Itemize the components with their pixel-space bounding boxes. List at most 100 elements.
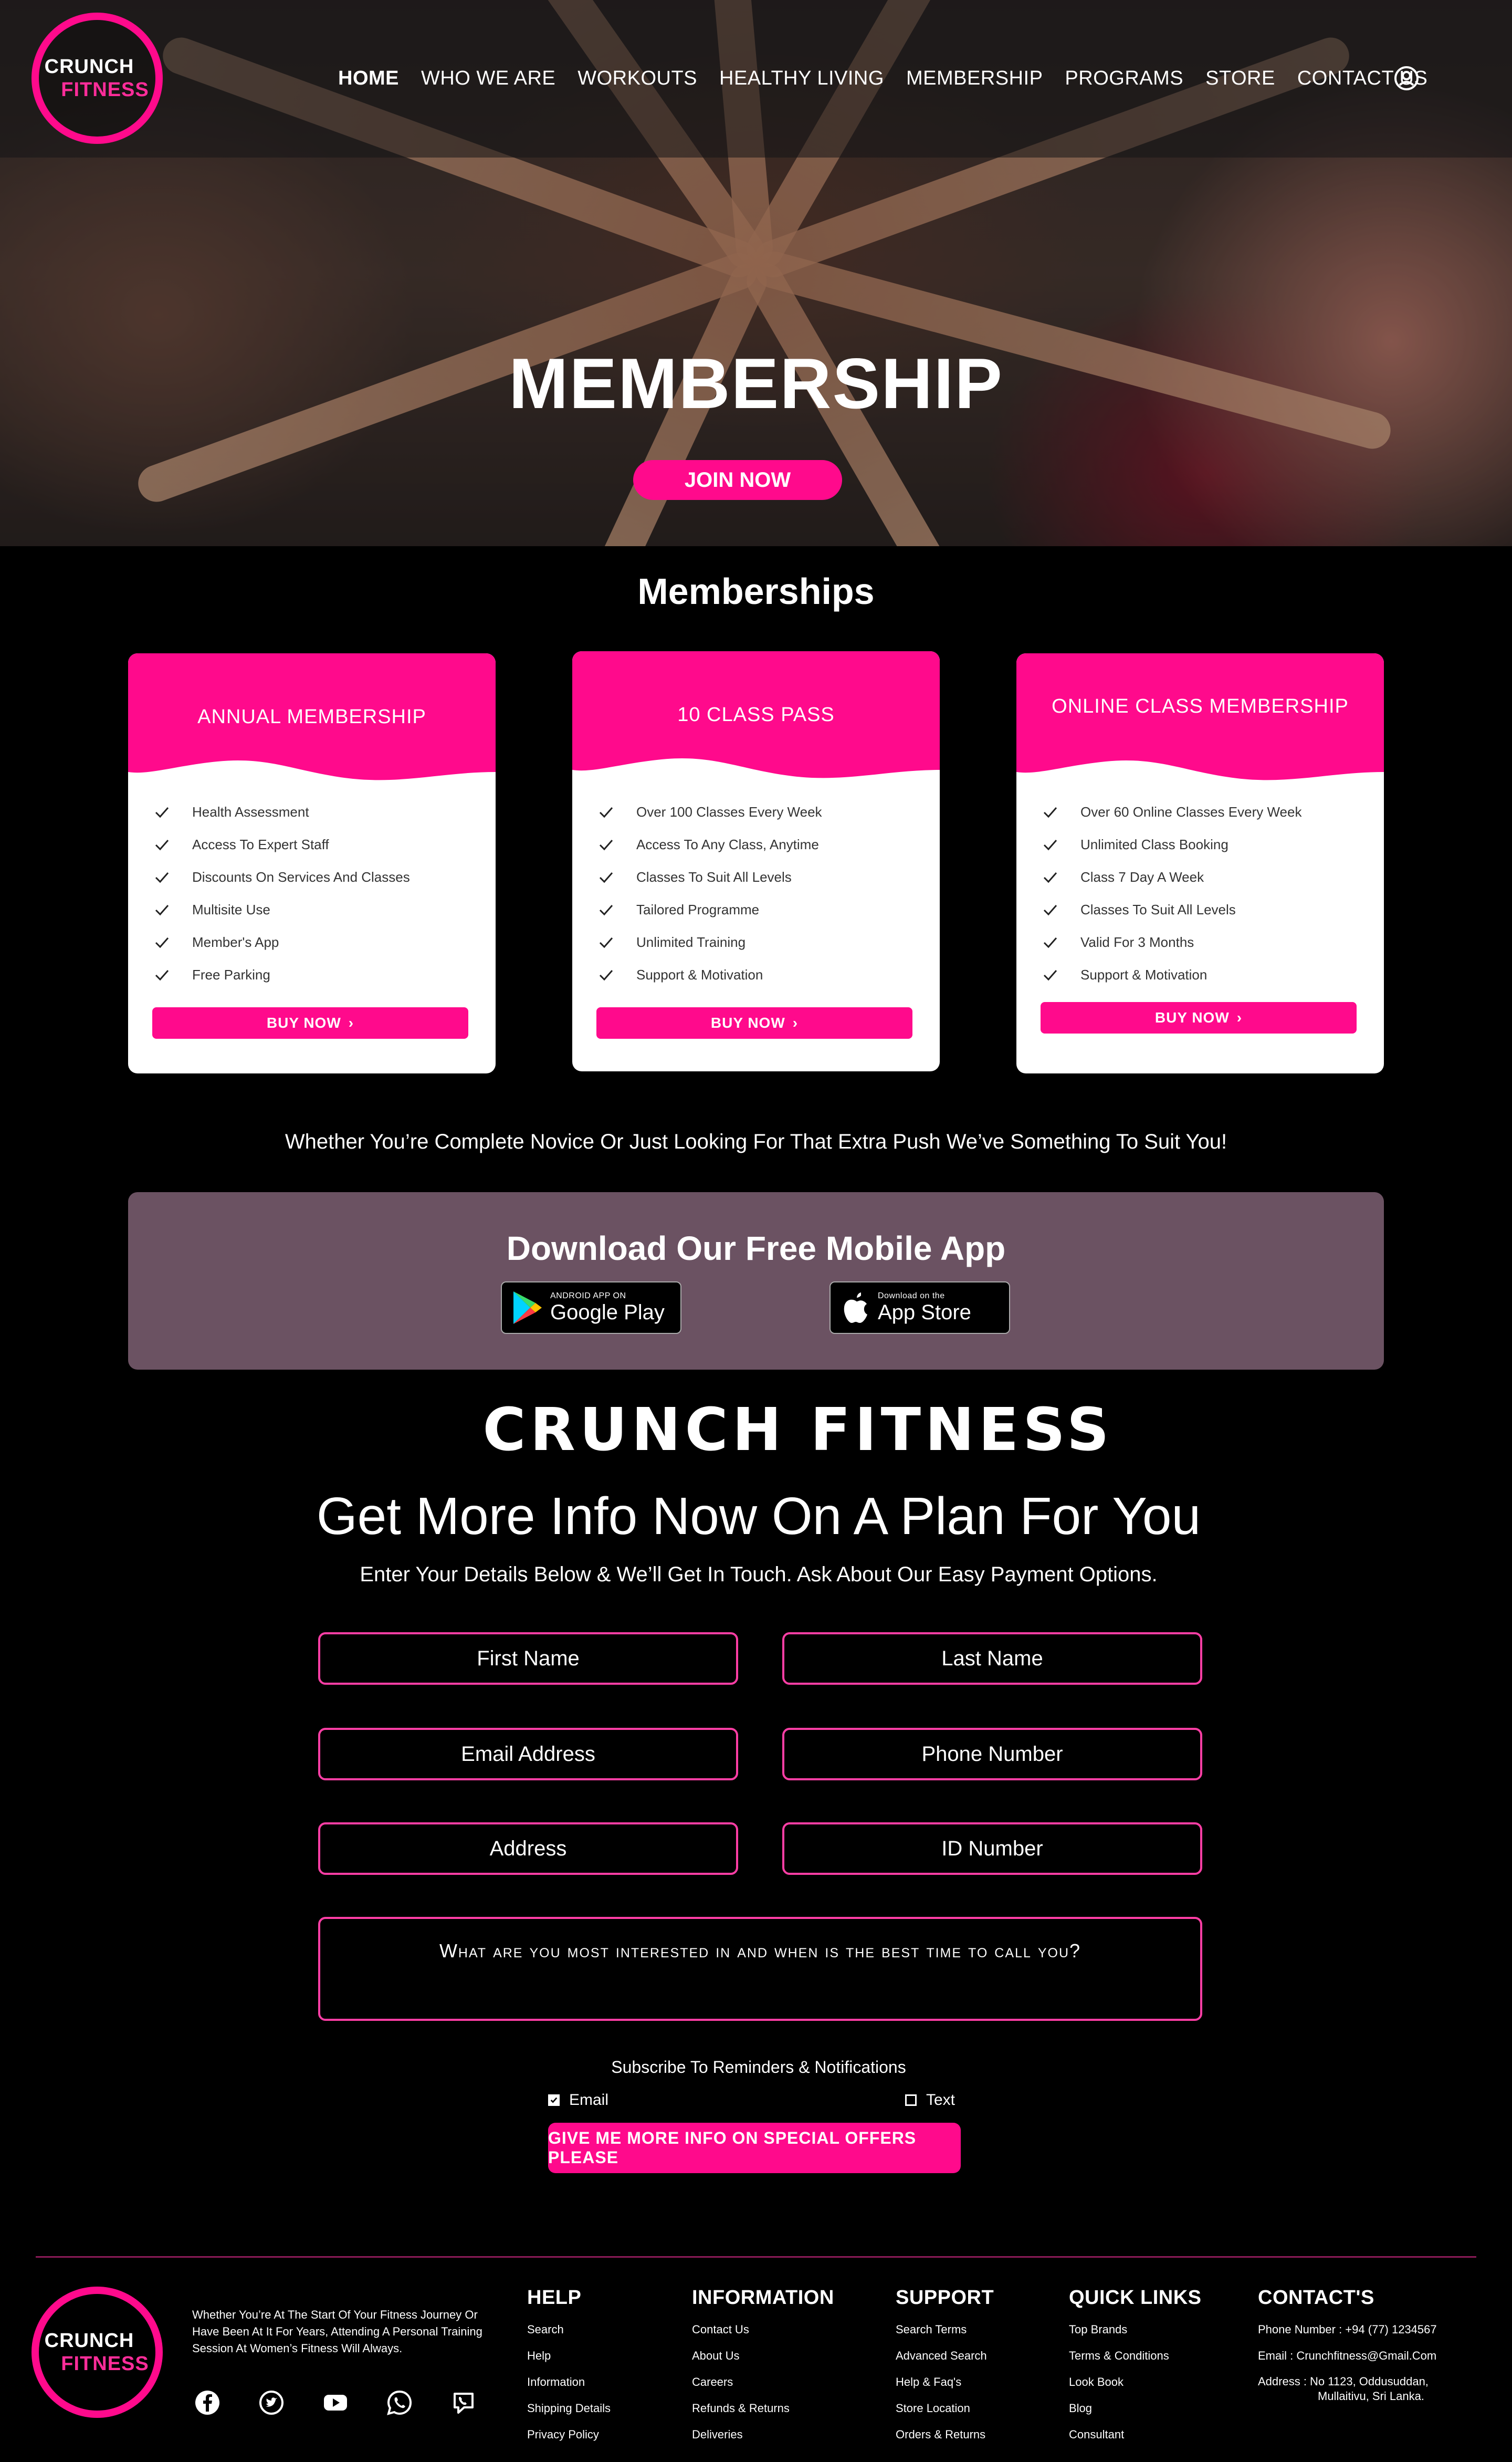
feature-label: Discounts On Services And Classes [192, 869, 410, 885]
buy-now-label: BUY NOW [710, 1015, 785, 1031]
nav-workouts[interactable]: WORKOUTS [578, 67, 697, 90]
subscribe-label: Subscribe To Reminders & Notifications [611, 2058, 906, 2077]
footer-link[interactable]: Top Brands [1069, 2317, 1202, 2343]
checkbox-empty-icon [905, 2094, 917, 2106]
footer-link[interactable]: Information [527, 2369, 611, 2395]
nav-membership[interactable]: MEMBERSHIP [906, 67, 1043, 90]
feature-item: Valid For 3 Months [1042, 934, 1194, 951]
email-field[interactable]: Email Address [318, 1728, 738, 1780]
footer-help-column: HELP Search Help Information Shipping De… [527, 2287, 611, 2448]
last-name-field[interactable]: Last Name [782, 1632, 1202, 1685]
google-play-small: ANDROID APP ON [550, 1291, 626, 1300]
footer-quick-links-column: QUICK LINKS Top Brands Terms & Condition… [1069, 2287, 1202, 2448]
facebook-icon[interactable] [194, 2390, 220, 2416]
footer-link[interactable]: Search Terms [896, 2317, 994, 2343]
site-logo[interactable]: CRUNCH FITNESS [32, 13, 163, 144]
check-icon [599, 840, 613, 851]
footer-heading: SUPPORT [896, 2287, 994, 2309]
message-textarea[interactable]: What are you most interested in and when… [318, 1917, 1202, 2021]
buy-now-button[interactable]: BUY NOW › [1041, 1002, 1357, 1034]
feature-item: Unlimited Class Booking [1042, 836, 1228, 853]
footer-link[interactable]: Blog [1069, 2395, 1202, 2422]
feature-item: Classes To Suit All Levels [1042, 901, 1236, 918]
footer-link[interactable]: Careers [692, 2369, 834, 2395]
google-play-text: ANDROID APP ON Google Play [550, 1291, 665, 1324]
card-title: 10 CLASS PASS [677, 704, 835, 726]
contact-address-line2: Mullaitivu, Sri Lanka. [1318, 2390, 1424, 2403]
footer-link[interactable]: Look Book [1069, 2369, 1202, 2395]
buy-now-button[interactable]: BUY NOW › [596, 1007, 912, 1039]
checkbox-checked-icon [548, 2094, 560, 2106]
user-circle-icon[interactable] [1393, 65, 1420, 91]
id-number-field[interactable]: ID Number [782, 1822, 1202, 1875]
contact-email[interactable]: Email : Crunchfitness@Gmail.Com [1258, 2343, 1437, 2369]
phone-field[interactable]: Phone Number [782, 1728, 1202, 1780]
logo-text-crunch: CRUNCH [44, 56, 134, 78]
footer-link[interactable]: Contact Us [692, 2317, 834, 2343]
card-header: 10 CLASS PASS [572, 651, 940, 793]
buy-now-button[interactable]: BUY NOW › [152, 1007, 468, 1039]
membership-card-class-pass: 10 CLASS PASS Over 100 Classes Every Wee… [572, 651, 940, 1071]
footer-link[interactable]: Orders & Returns [896, 2422, 994, 2448]
nav-store[interactable]: STORE [1205, 67, 1275, 90]
app-banner-title: Download Our Free Mobile App [506, 1229, 1006, 1267]
feature-item: Unlimited Training [597, 934, 746, 951]
footer-link[interactable]: Refunds & Returns [692, 2395, 834, 2422]
nav-programs[interactable]: PROGRAMS [1065, 67, 1183, 90]
feature-label: Health Assessment [192, 804, 309, 820]
feature-item: Member's App [153, 934, 279, 951]
feature-item: Support & Motivation [1042, 966, 1207, 983]
footer-divider [36, 2256, 1476, 2258]
join-now-button[interactable]: JOIN NOW [633, 460, 842, 500]
whatsapp-icon[interactable] [386, 2390, 413, 2416]
check-icon [155, 840, 169, 851]
feature-label: Support & Motivation [1080, 966, 1208, 983]
footer-link[interactable]: Shipping Details [527, 2395, 611, 2422]
footer-link[interactable]: Advanced Search [896, 2343, 994, 2369]
feature-label: Valid For 3 Months [1080, 934, 1194, 950]
footer-link[interactable]: Help & Faq's [896, 2369, 994, 2395]
app-store-button[interactable]: Download on the App Store [830, 1281, 1010, 1334]
nav-who-we-are[interactable]: WHO WE ARE [421, 67, 555, 90]
footer-link[interactable]: Privacy Policy [527, 2422, 611, 2448]
footer-link[interactable]: Deliveries [692, 2422, 834, 2448]
last-name-placeholder: Last Name [941, 1646, 1043, 1670]
footer-link[interactable]: Search [527, 2317, 611, 2343]
check-icon [599, 937, 613, 948]
check-icon [1043, 970, 1057, 981]
footer-support-column: SUPPORT Search Terms Advanced Search Hel… [896, 2287, 994, 2448]
youtube-icon[interactable] [322, 2390, 349, 2416]
submit-info-button[interactable]: GIVE ME MORE INFO ON SPECIAL OFFERS PLEA… [548, 2123, 961, 2173]
email-checkbox[interactable]: Email [548, 2091, 608, 2109]
footer-link[interactable]: Store Location [896, 2395, 994, 2422]
viber-icon[interactable] [450, 2390, 477, 2416]
card-title: ANNUAL MEMBERSHIP [197, 706, 426, 728]
first-name-placeholder: First Name [477, 1646, 580, 1670]
footer-link[interactable]: Help [527, 2343, 611, 2369]
footer-link[interactable]: About Us [692, 2343, 834, 2369]
text-checkbox[interactable]: Text [905, 2091, 955, 2109]
twitter-icon[interactable] [258, 2390, 285, 2416]
app-store-big: App Store [878, 1300, 971, 1324]
card-header: ONLINE CLASS MEMBERSHIP [1016, 653, 1384, 795]
apple-icon [844, 1292, 867, 1323]
footer-logo[interactable]: CRUNCH FITNESS [32, 2287, 163, 2418]
nav-home[interactable]: HOME [338, 67, 399, 90]
message-placeholder: What are you most interested in and when… [439, 1940, 1082, 1962]
membership-card-annual: ANNUAL MEMBERSHIP Health Assessment Acce… [128, 653, 496, 1073]
nav-healthy-living[interactable]: HEALTHY LIVING [719, 67, 884, 90]
chevron-right-icon: › [1236, 1009, 1243, 1026]
google-play-big: Google Play [550, 1300, 665, 1324]
social-links [194, 2390, 477, 2416]
footer-link[interactable]: Consultant [1069, 2422, 1202, 2448]
google-play-button[interactable]: ANDROID APP ON Google Play [501, 1281, 681, 1334]
footer-link[interactable]: Terms & Conditions [1069, 2343, 1202, 2369]
email-option-label: Email [569, 2091, 609, 2109]
main-nav: HOME WHO WE ARE WORKOUTS HEALTHY LIVING … [338, 67, 1427, 90]
first-name-field[interactable]: First Name [318, 1632, 738, 1685]
feature-item: Multisite Use [153, 901, 270, 918]
address-field[interactable]: Address [318, 1822, 738, 1875]
feature-label: Tailored Programme [636, 901, 760, 917]
check-icon [155, 905, 169, 916]
card-wave-shape [1016, 653, 1384, 780]
